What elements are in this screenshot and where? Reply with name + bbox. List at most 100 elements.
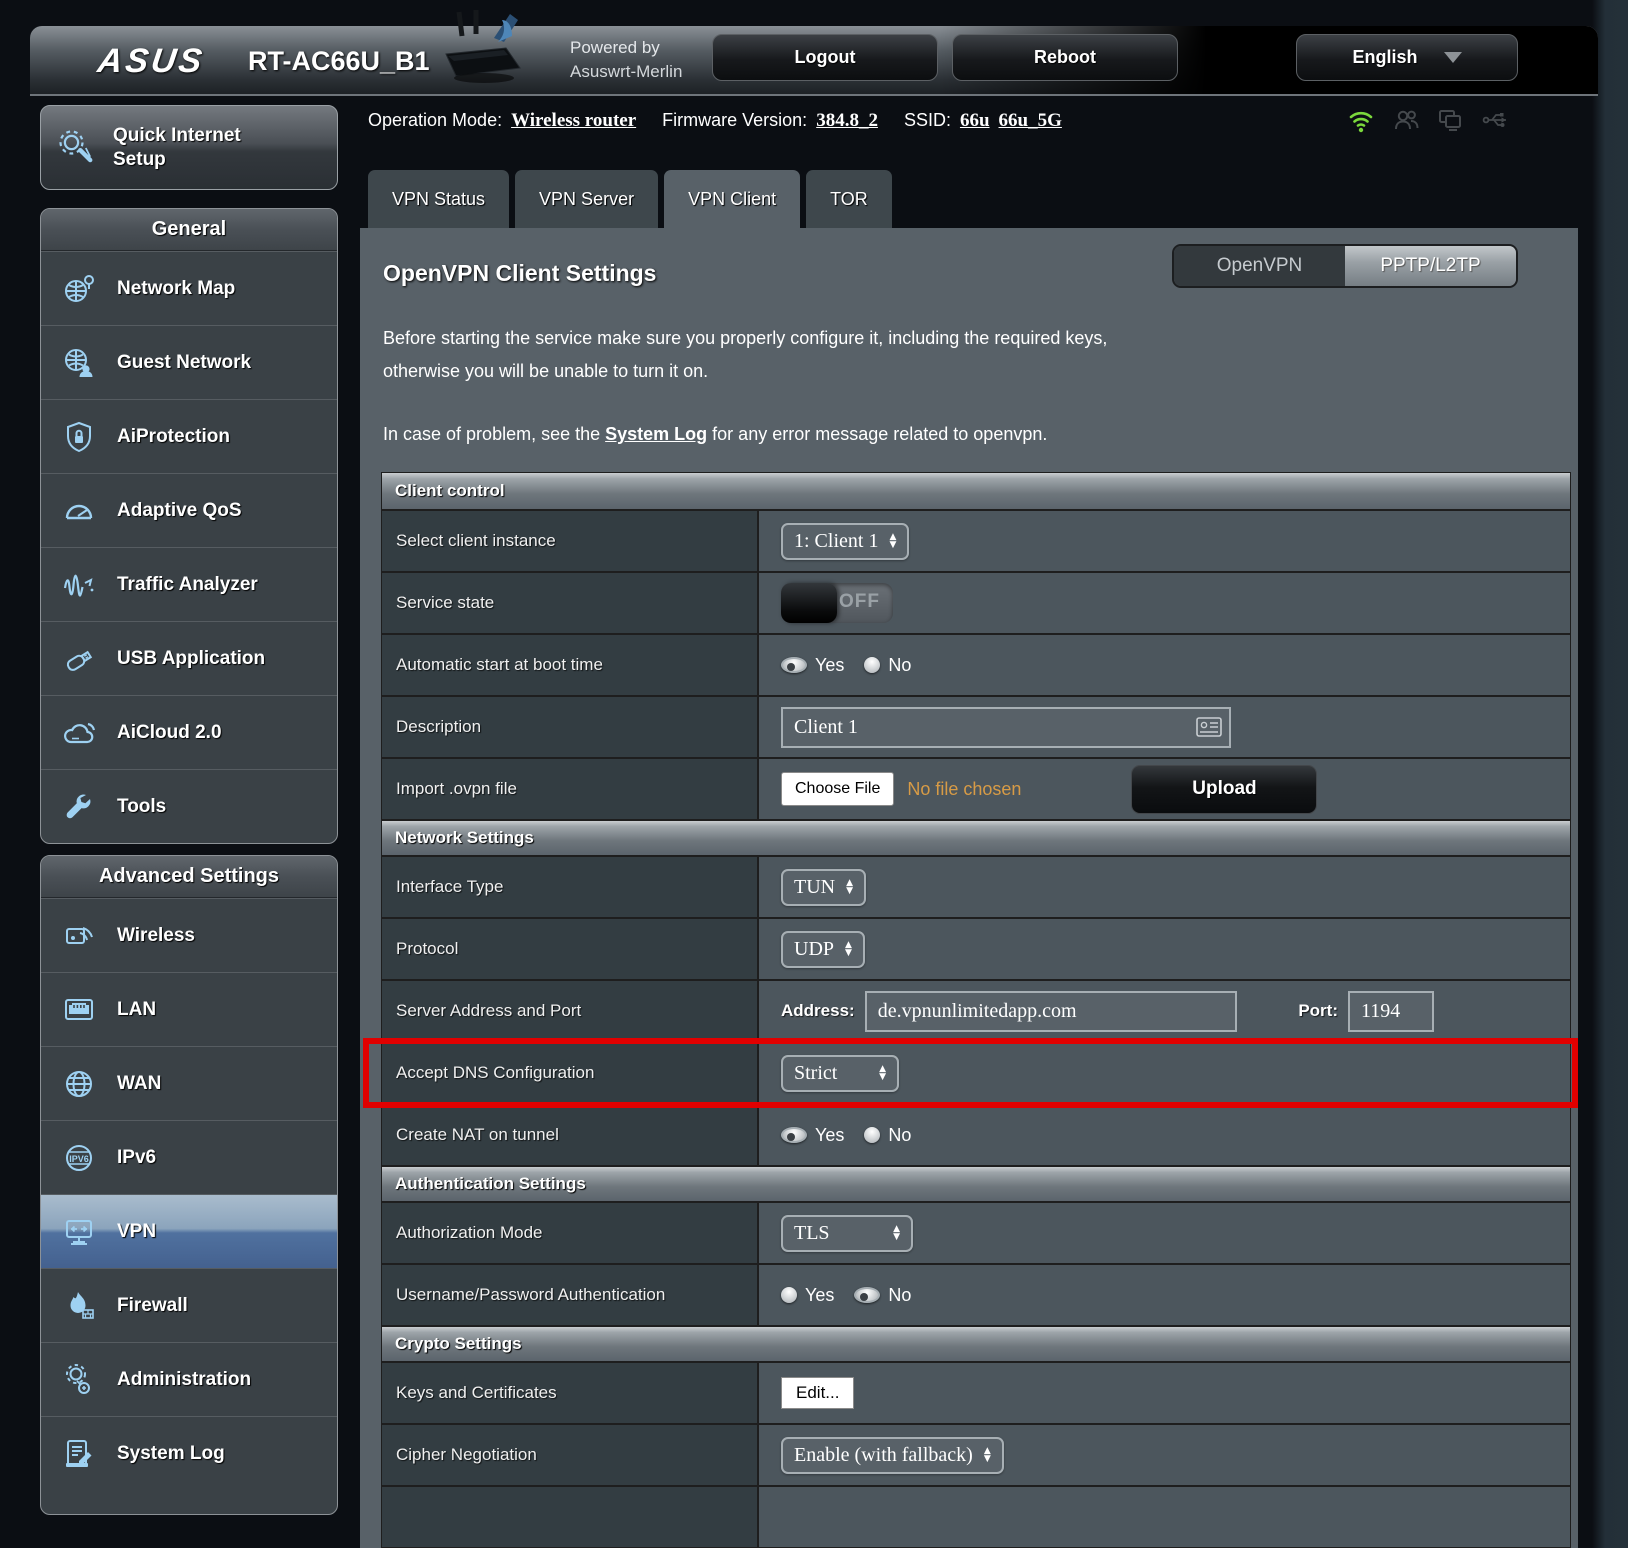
sidebar-item-firewall[interactable]: Firewall (41, 1268, 337, 1342)
operation-mode-label: Operation Mode: (368, 110, 502, 131)
tab-tor[interactable]: TOR (806, 170, 892, 228)
status-icon-strip (1347, 106, 1512, 134)
pptp-l2tp-toggle-button[interactable]: PPTP/L2TP (1345, 246, 1516, 286)
nat-no-radio[interactable] (864, 1127, 880, 1143)
settings-table: Client control Select client instance 1:… (381, 472, 1571, 1548)
sidebar-item-ipv6[interactable]: IPV6 IPv6 (41, 1120, 337, 1194)
auto-start-yes-radio[interactable] (781, 657, 807, 673)
choose-file-button[interactable]: Choose File (781, 772, 894, 806)
sidebar-item-lan[interactable]: LAN (41, 972, 337, 1046)
system-log-link[interactable]: System Log (605, 424, 707, 444)
wireless-icon (57, 916, 101, 956)
devices-icon[interactable] (1437, 106, 1465, 134)
firmware-version-label: Firmware Version: (662, 110, 807, 131)
sidebar-item-wireless[interactable]: Wireless (41, 898, 337, 972)
wrench-icon (57, 787, 101, 827)
server-address-input[interactable] (865, 991, 1237, 1032)
auto-start-no-radio[interactable] (864, 657, 880, 673)
sidebar-item-aiprotection[interactable]: AiProtection (41, 399, 337, 473)
server-port-input[interactable] (1348, 991, 1434, 1032)
sidebar-item-traffic-analyzer[interactable]: Traffic Analyzer (41, 547, 337, 621)
waveform-icon (57, 565, 101, 605)
logout-button[interactable]: Logout (712, 34, 938, 81)
no-file-chosen-text: No file chosen (907, 779, 1021, 800)
svg-text:IPV6: IPV6 (69, 1154, 89, 1164)
sidebar-item-vpn[interactable]: VPN (41, 1194, 337, 1268)
row-cutoff (382, 1485, 1570, 1547)
openvpn-toggle-button[interactable]: OpenVPN (1174, 246, 1345, 286)
sidebar-item-system-log[interactable]: System Log (41, 1416, 337, 1490)
protocol-select[interactable]: UDP ▲▼ (781, 931, 865, 968)
quick-internet-setup-button[interactable]: Quick Internet Setup (40, 105, 338, 190)
ssid-link-5g[interactable]: 66u_5G (999, 110, 1062, 132)
toggle-knob (781, 583, 837, 623)
row-protocol: Protocol UDP ▲▼ (382, 917, 1570, 979)
nat-yes-radio[interactable] (781, 1127, 807, 1143)
sidebar-item-guest-network[interactable]: Guest Network (41, 325, 337, 399)
operation-mode-link[interactable]: Wireless router (511, 110, 636, 132)
section-crypto-settings: Crypto Settings (382, 1325, 1570, 1361)
address-label: Address: (781, 1001, 855, 1021)
sidebar-item-usb-application[interactable]: USB Application (41, 621, 337, 695)
edit-keys-button[interactable]: Edit... (781, 1377, 854, 1409)
section-authentication-settings: Authentication Settings (382, 1165, 1570, 1201)
sidebar-advanced: Advanced Settings Wireless LAN WAN (40, 855, 338, 1515)
page-title: OpenVPN Client Settings (383, 260, 656, 287)
ssid-label: SSID: (904, 110, 951, 131)
description-input[interactable] (781, 707, 1231, 748)
interface-type-select[interactable]: TUN ▲▼ (781, 869, 866, 906)
select-arrows-icon: ▲▼ (889, 533, 896, 549)
chevron-down-icon (1444, 52, 1462, 63)
quick-setup-icon (55, 126, 99, 170)
section-network-settings: Network Settings (382, 819, 1570, 855)
tab-vpn-client[interactable]: VPN Client (664, 170, 800, 228)
router-model: RT-AC66U_B1 (248, 46, 430, 77)
asus-logo: ASUS (95, 42, 207, 81)
sidebar-item-aicloud[interactable]: AiCloud 2.0 (41, 695, 337, 769)
flame-icon (57, 1286, 101, 1326)
sidebar-item-tools[interactable]: Tools (41, 769, 337, 843)
upload-button[interactable]: Upload (1131, 765, 1317, 814)
contact-card-icon[interactable] (1196, 717, 1222, 737)
log-document-icon (57, 1434, 101, 1474)
sidebar-item-network-map[interactable]: Network Map (41, 251, 337, 325)
userpass-yes-radio[interactable] (781, 1287, 797, 1303)
vpn-monitor-icon (57, 1212, 101, 1252)
wifi-icon[interactable] (1347, 106, 1375, 134)
userpass-no-radio[interactable] (854, 1287, 880, 1303)
tab-vpn-status[interactable]: VPN Status (368, 170, 509, 228)
section-client-control: Client control (382, 473, 1570, 509)
language-dropdown[interactable]: English (1296, 34, 1518, 81)
reboot-button[interactable]: Reboot (952, 34, 1178, 81)
sidebar-item-adaptive-qos[interactable]: Adaptive QoS (41, 473, 337, 547)
row-keys-certificates: Keys and Certificates Edit... (382, 1361, 1570, 1423)
gauge-icon (57, 491, 101, 531)
select-arrows-icon: ▲▼ (893, 1225, 900, 1241)
row-description: Description (382, 695, 1570, 757)
row-service-state: Service state OFF (382, 571, 1570, 633)
firmware-version-link[interactable]: 384.8_2 (816, 110, 878, 132)
tab-vpn-server[interactable]: VPN Server (515, 170, 658, 228)
top-banner: ASUS RT-AC66U_B1 Powered by Asuswrt-Merl… (30, 26, 1598, 96)
usb-stick-icon (57, 639, 101, 679)
toggle-state-label: OFF (839, 591, 880, 613)
gear-wrench-icon (57, 1360, 101, 1400)
row-import-ovpn: Import .ovpn file Choose File No file ch… (382, 757, 1570, 819)
sidebar-item-wan[interactable]: WAN (41, 1046, 337, 1120)
shield-lock-icon (57, 417, 101, 457)
ssid-link-24g[interactable]: 66u (960, 110, 990, 132)
intro-text: Before starting the service make sure yo… (383, 322, 1107, 388)
sidebar-item-administration[interactable]: Administration (41, 1342, 337, 1416)
client-instance-select[interactable]: 1: Client 1 ▲▼ (781, 523, 909, 560)
accept-dns-select[interactable]: Strict ▲▼ (781, 1055, 899, 1092)
select-arrows-icon: ▲▼ (984, 1447, 991, 1463)
row-server-address-port: Server Address and Port Address: Port: (382, 979, 1570, 1041)
authorization-mode-select[interactable]: TLS ▲▼ (781, 1215, 913, 1252)
cipher-negotiation-select[interactable]: Enable (with fallback) ▲▼ (781, 1437, 1004, 1474)
service-state-toggle[interactable]: OFF (781, 583, 893, 623)
usb-icon[interactable] (1482, 106, 1512, 134)
router-product-image (432, 10, 532, 99)
clients-icon[interactable] (1392, 106, 1420, 134)
advanced-section-title: Advanced Settings (41, 856, 337, 898)
guest-network-icon (57, 343, 101, 383)
